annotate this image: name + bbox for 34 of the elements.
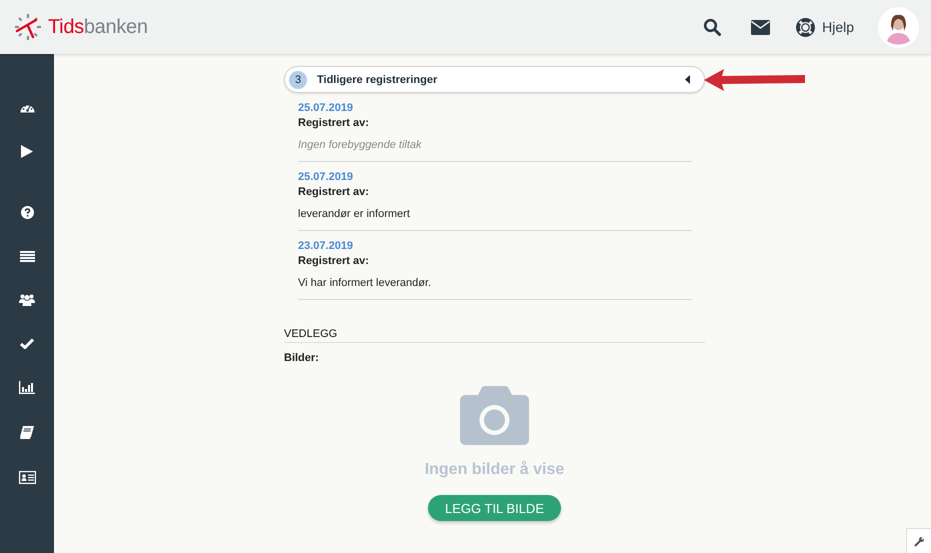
entry-date: 25.07.2019 [298, 101, 354, 116]
entry-label: Registrert av: [298, 116, 370, 131]
entry-label: Registrert av: [298, 185, 370, 200]
entry-date: 25.07.2019 [298, 170, 354, 185]
id-card-icon[interactable] [18, 471, 36, 484]
clock-logo-icon [14, 13, 42, 41]
check-icon[interactable] [20, 338, 34, 349]
images-label: Bilder: [284, 352, 320, 364]
lifebuoy-icon [796, 18, 816, 36]
count-badge: 3 [289, 70, 307, 88]
users-icon[interactable] [19, 294, 35, 306]
section-heading: VEDLEGG [284, 328, 705, 343]
avatar-icon[interactable] [878, 6, 919, 48]
history-title: Tidligere registreringer [317, 74, 438, 86]
history-toggle[interactable]: 3 Tidligere registreringer [284, 66, 705, 93]
wrench-icon [914, 536, 924, 546]
brand-name[interactable]: Tidsbanken [48, 16, 148, 38]
entry-note: Vi har informert leverandør. [298, 276, 432, 291]
caret-icon [685, 75, 690, 84]
wrench-button[interactable] [906, 528, 931, 553]
bar-chart-icon[interactable] [19, 381, 35, 394]
help-icon[interactable] [20, 206, 34, 219]
mail-icon[interactable] [751, 20, 770, 34]
help-button[interactable]: Hjelp [796, 18, 854, 36]
camera-icon [460, 386, 529, 445]
play-icon[interactable] [21, 145, 33, 158]
search-icon[interactable] [703, 18, 722, 36]
entry-note: leverandør er informert [298, 207, 411, 222]
list-icon[interactable] [20, 251, 34, 262]
empty-message: Ingen bilder å vise [424, 461, 564, 479]
book-icon[interactable] [20, 426, 34, 439]
entry-note: Ingen forebyggende tiltak [298, 138, 423, 153]
entry-label: Registrert av: [298, 254, 370, 269]
entry-date: 23.07.2019 [298, 239, 354, 254]
